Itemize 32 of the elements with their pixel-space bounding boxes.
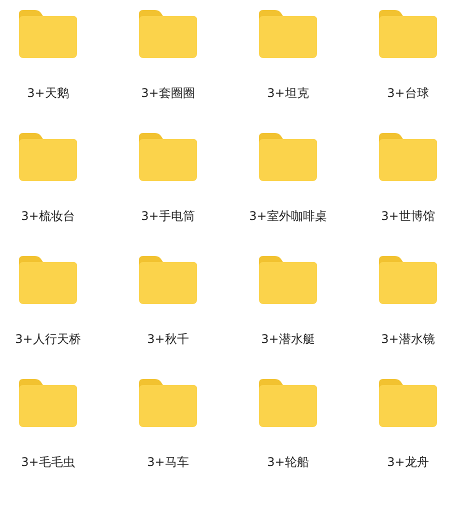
folder-icon[interactable] <box>139 256 197 304</box>
folder-name[interactable]: 3+毛毛虫 <box>21 454 75 470</box>
folder-icon[interactable] <box>19 133 77 181</box>
folder-name[interactable]: 3+世博馆 <box>381 208 435 224</box>
folder-icon[interactable] <box>19 379 77 427</box>
folder-name[interactable]: 3+轮船 <box>267 454 309 470</box>
folder-name[interactable]: 3+梳妆台 <box>21 208 75 224</box>
folder-name[interactable]: 3+秋千 <box>147 331 189 347</box>
folder-name[interactable]: 3+手电筒 <box>141 208 195 224</box>
folder-icon[interactable] <box>379 10 437 58</box>
folder-name[interactable]: 3+龙舟 <box>387 454 429 470</box>
folder-name[interactable]: 3+套圈圈 <box>141 85 195 101</box>
folder-icon[interactable] <box>259 10 317 58</box>
folder-icon[interactable] <box>259 256 317 304</box>
folder-icon[interactable] <box>139 133 197 181</box>
folder-name[interactable]: 3+室外咖啡桌 <box>249 208 327 224</box>
folder-icon[interactable] <box>379 379 437 427</box>
folder-name[interactable]: 3+潜水镜 <box>381 331 435 347</box>
folder-icon[interactable] <box>379 256 437 304</box>
folder-icon[interactable] <box>19 256 77 304</box>
folder-icon[interactable] <box>139 10 197 58</box>
folder-icon[interactable] <box>259 379 317 427</box>
folder-icon[interactable] <box>379 133 437 181</box>
folder-name[interactable]: 3+人行天桥 <box>15 331 81 347</box>
folder-name[interactable]: 3+马车 <box>147 454 189 470</box>
folder-name[interactable]: 3+台球 <box>387 85 429 101</box>
folder-icon[interactable] <box>19 10 77 58</box>
folder-icon[interactable] <box>139 379 197 427</box>
folder-name[interactable]: 3+潜水艇 <box>261 331 315 347</box>
folder-icon[interactable] <box>259 133 317 181</box>
folder-name[interactable]: 3+坦克 <box>267 85 309 101</box>
folder-name[interactable]: 3+天鹅 <box>27 85 69 101</box>
